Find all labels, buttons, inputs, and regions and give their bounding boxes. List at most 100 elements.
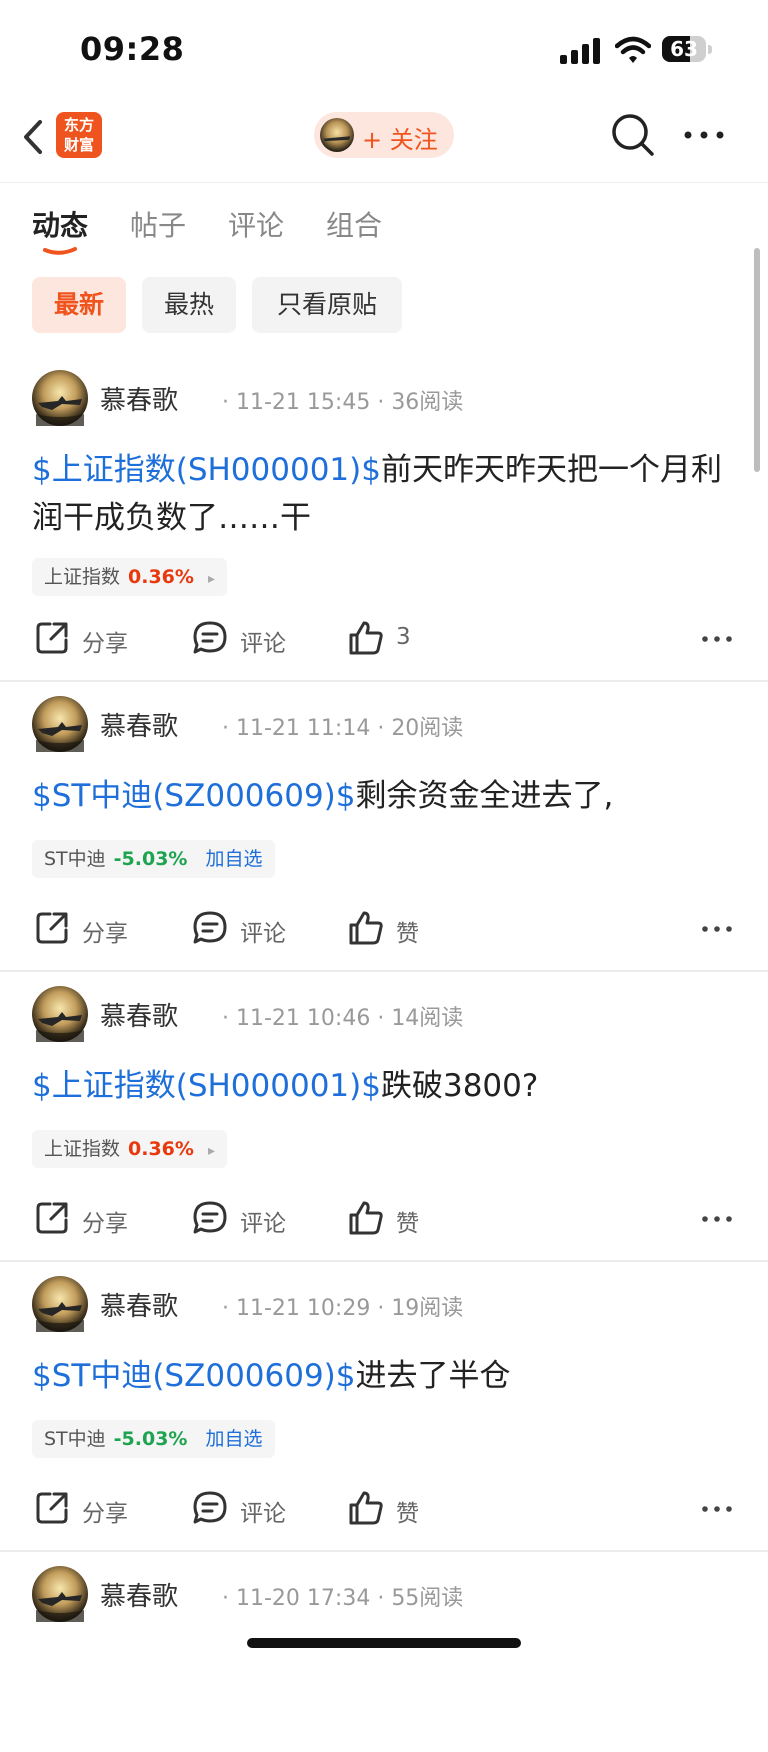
- stock-tag-link[interactable]: $上证指数(SH000001)$: [32, 452, 381, 488]
- comment-label: 评论: [240, 631, 286, 657]
- filter-latest[interactable]: 最新: [32, 277, 126, 333]
- share-label: 分享: [82, 631, 128, 657]
- avatar[interactable]: [32, 370, 88, 426]
- stock-tag-link[interactable]: $ST中迪(SZ000609)$: [32, 1358, 356, 1394]
- search-icon[interactable]: [608, 110, 658, 160]
- more-dots-icon[interactable]: [680, 118, 728, 152]
- post-header: 慕春歌 · 11-21 15:45 · 36阅读: [32, 370, 732, 428]
- more-dots-icon[interactable]: [700, 624, 734, 654]
- share-label: 分享: [82, 921, 128, 947]
- chevron-right-icon: ▸: [207, 1143, 215, 1159]
- post-text[interactable]: $ST中迪(SZ000609)$剩余资金全进去了,: [32, 772, 732, 820]
- post-text[interactable]: $上证指数(SH000001)$跌破3800?: [32, 1062, 732, 1110]
- comment-button[interactable]: 评论: [192, 1484, 302, 1534]
- comment-icon: [193, 1201, 227, 1234]
- tab-active-indicator: [43, 247, 77, 255]
- stock-quote-chip[interactable]: 上证指数 0.36% ▸: [32, 1130, 227, 1168]
- add-to-watchlist-button[interactable]: 加自选: [205, 1428, 262, 1450]
- avatar[interactable]: [32, 986, 88, 1042]
- post-meta: · 11-20 17:34 · 55阅读: [222, 1586, 464, 1611]
- tab-posts[interactable]: 帖子: [130, 204, 186, 244]
- comment-button[interactable]: 评论: [192, 904, 302, 954]
- share-button[interactable]: 分享: [34, 904, 144, 954]
- post-text[interactable]: $上证指数(SH000001)$前天昨天昨天把一个月利润干成负数了……干: [32, 446, 732, 542]
- share-button[interactable]: 分享: [34, 1484, 144, 1534]
- author-name[interactable]: 慕春歌: [100, 1286, 178, 1323]
- like-button[interactable]: 3: [348, 614, 458, 664]
- home-indicator[interactable]: [247, 1638, 521, 1648]
- avatar[interactable]: [32, 696, 88, 752]
- post-item[interactable]: 慕春歌 · 11-21 15:45 · 36阅读 $上证指数(SH000001)$前…: [0, 356, 768, 682]
- add-to-watchlist-button[interactable]: 加自选: [205, 848, 262, 870]
- like-count: 赞: [396, 1501, 419, 1527]
- stock-change: 0.36%: [128, 1138, 194, 1160]
- stock-quote-chip[interactable]: 上证指数 0.36% ▸: [32, 558, 227, 596]
- filter-hot[interactable]: 最热: [142, 277, 236, 333]
- read-count: 36阅读: [391, 390, 464, 415]
- share-label: 分享: [82, 1501, 128, 1527]
- comment-icon: [193, 911, 227, 944]
- thumbs-up-icon: [349, 1201, 383, 1235]
- share-button[interactable]: 分享: [34, 1194, 144, 1244]
- more-dots-icon[interactable]: [700, 914, 734, 944]
- author-name[interactable]: 慕春歌: [100, 996, 178, 1033]
- comment-label: 评论: [240, 921, 286, 947]
- post-date: 11-21 10:46: [236, 1006, 371, 1031]
- post-item[interactable]: 慕春歌 · 11-20 17:34 · 55阅读: [0, 1552, 768, 1752]
- comment-button[interactable]: 评论: [192, 614, 302, 664]
- stock-name: 上证指数: [44, 1138, 121, 1160]
- post-item[interactable]: 慕春歌 · 11-21 10:46 · 14阅读 $上证指数(SH000001)$跌…: [0, 972, 768, 1262]
- post-date: 11-21 11:14: [236, 716, 371, 741]
- post-content: 剩余资金全进去了,: [355, 778, 614, 814]
- profile-tabs: 动态 帖子 评论 组合: [0, 198, 768, 258]
- stock-name: ST中迪: [44, 1428, 106, 1450]
- post-text[interactable]: $ST中迪(SZ000609)$进去了半仓: [32, 1352, 732, 1400]
- stock-tag-link[interactable]: $ST中迪(SZ000609)$: [32, 778, 356, 814]
- tab-comments[interactable]: 评论: [228, 204, 284, 244]
- read-count: 55阅读: [391, 1586, 464, 1611]
- read-count: 14阅读: [391, 1006, 464, 1031]
- author-name[interactable]: 慕春歌: [100, 706, 178, 743]
- post-date: 11-21 15:45: [236, 390, 371, 415]
- author-name[interactable]: 慕春歌: [100, 380, 178, 417]
- like-button[interactable]: 赞: [348, 1194, 458, 1244]
- post-header: 慕春歌 · 11-20 17:34 · 55阅读: [32, 1566, 732, 1624]
- post-item[interactable]: 慕春歌 · 11-21 10:29 · 19阅读 $ST中迪(SZ000609)$进…: [0, 1262, 768, 1552]
- comment-icon: [193, 1491, 227, 1524]
- post-item[interactable]: 慕春歌 · 11-21 11:14 · 20阅读 $ST中迪(SZ000609)$剩…: [0, 682, 768, 972]
- more-dots-icon[interactable]: [700, 1494, 734, 1524]
- post-content: 进去了半仓: [355, 1358, 511, 1394]
- stock-quote-chip[interactable]: ST中迪 -5.03% 加自选: [32, 1420, 275, 1458]
- stock-quote-chip[interactable]: ST中迪 -5.03% 加自选: [32, 840, 275, 878]
- share-icon: [36, 912, 68, 944]
- share-button[interactable]: 分享: [34, 614, 144, 664]
- post-meta: · 11-21 15:45 · 36阅读: [222, 390, 464, 415]
- avatar[interactable]: [32, 1566, 88, 1622]
- cellular-signal-icon: [560, 38, 600, 64]
- post-meta: · 11-21 10:29 · 19阅读: [222, 1296, 464, 1321]
- like-button[interactable]: 赞: [348, 1484, 458, 1534]
- tab-dynamic[interactable]: 动态: [32, 204, 88, 244]
- avatar[interactable]: [32, 1276, 88, 1332]
- follow-label: + 关注: [362, 126, 438, 154]
- post-header: 慕春歌 · 11-21 11:14 · 20阅读: [32, 696, 732, 754]
- stock-name: 上证指数: [44, 566, 121, 588]
- post-date: 11-21 10:29: [236, 1296, 371, 1321]
- stock-tag-link[interactable]: $上证指数(SH000001)$: [32, 1068, 381, 1104]
- comment-label: 评论: [240, 1211, 286, 1237]
- tab-portfolio[interactable]: 组合: [326, 204, 382, 244]
- filter-original-only[interactable]: 只看原贴: [252, 277, 402, 333]
- chevron-right-icon: ▸: [207, 571, 215, 587]
- more-dots-icon[interactable]: [700, 1204, 734, 1234]
- comment-button[interactable]: 评论: [192, 1194, 302, 1244]
- stock-name: ST中迪: [44, 848, 106, 870]
- follow-button[interactable]: + 关注: [314, 112, 454, 158]
- read-count: 19阅读: [391, 1296, 464, 1321]
- author-name[interactable]: 慕春歌: [100, 1576, 178, 1613]
- like-button[interactable]: 赞: [348, 904, 458, 954]
- comment-icon: [193, 621, 227, 654]
- status-time: 09:28: [80, 30, 185, 68]
- post-actions: 分享 评论 赞: [0, 1484, 768, 1534]
- back-arrow-icon[interactable]: [14, 114, 54, 160]
- like-count: 赞: [396, 921, 419, 947]
